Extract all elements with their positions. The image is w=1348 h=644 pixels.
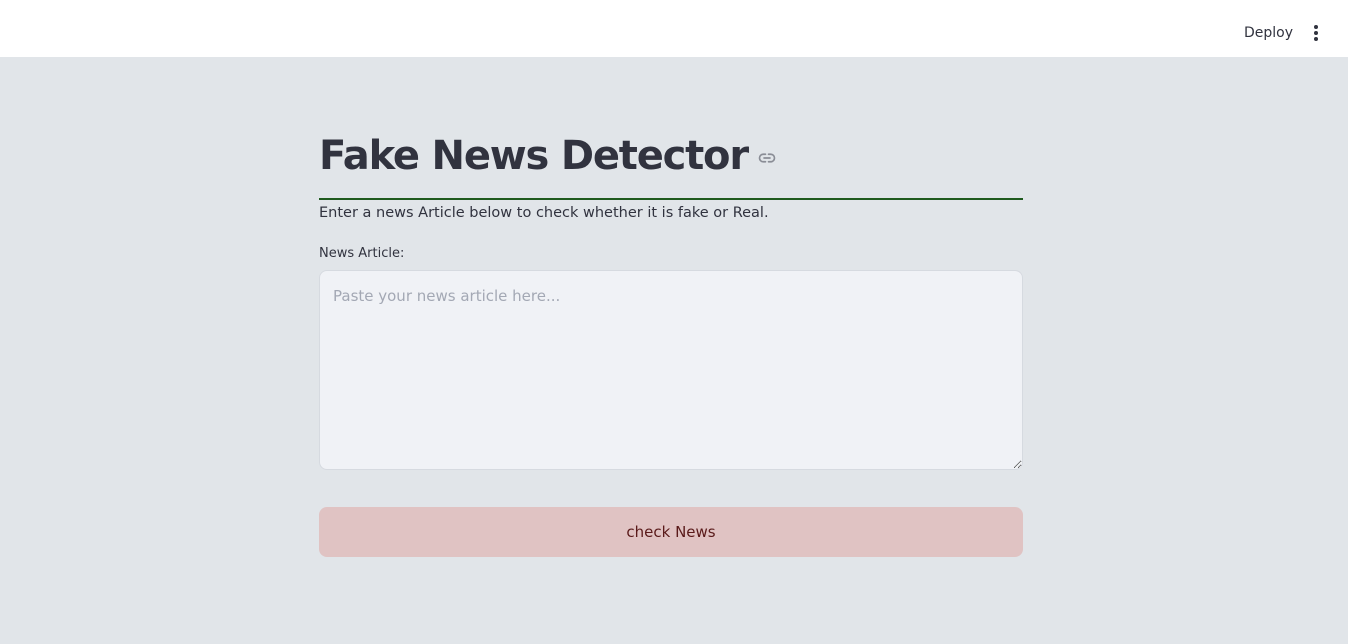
app-header: Deploy (0, 0, 1348, 57)
main-menu-button[interactable] (1306, 21, 1326, 45)
check-news-button[interactable]: check News (319, 507, 1023, 557)
article-field-label: News Article: (319, 246, 405, 261)
link-icon[interactable] (758, 149, 776, 167)
deploy-button[interactable]: Deploy (1236, 22, 1301, 44)
news-article-input[interactable] (319, 270, 1023, 470)
page-title: Fake News Detector (319, 133, 749, 179)
title-divider (319, 198, 1023, 200)
page-subtitle: Enter a news Article below to check whet… (319, 205, 769, 221)
title-row: Fake News Detector (319, 128, 776, 184)
